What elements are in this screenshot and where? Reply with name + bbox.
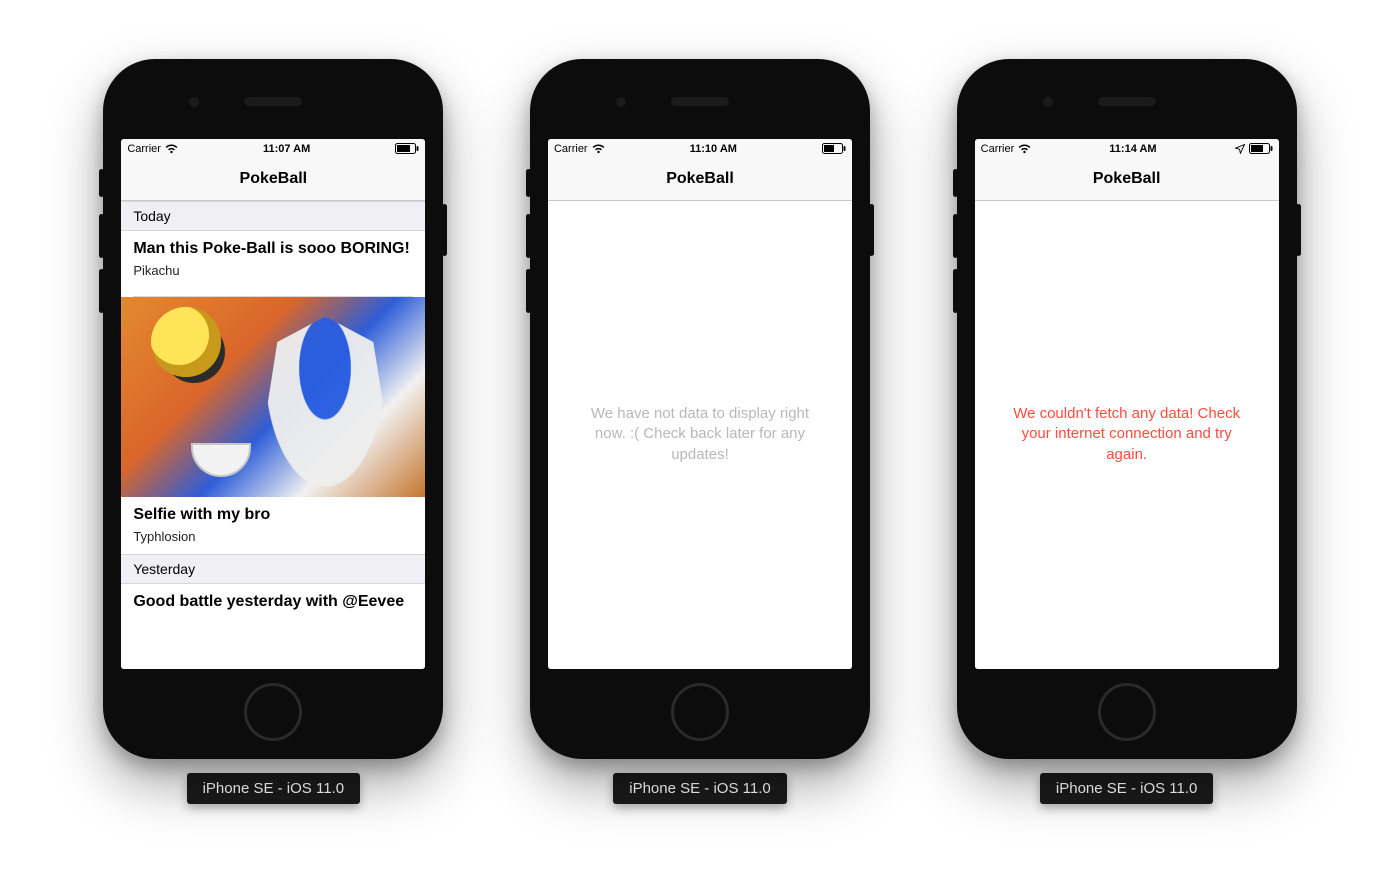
power-button: [442, 204, 447, 256]
volume-down-button: [99, 269, 104, 313]
carrier-label: Carrier: [981, 143, 1015, 155]
device-caption: iPhone SE - iOS 11.0: [1040, 773, 1213, 804]
volume-down-button: [953, 269, 958, 313]
list-item[interactable]: Good battle yesterday with @Eevee: [121, 584, 425, 622]
status-bar: Carrier 11:10 AM: [548, 139, 852, 159]
power-button: [1296, 204, 1301, 256]
nav-title: PokeBall: [666, 170, 734, 188]
device-caption: iPhone SE - iOS 11.0: [613, 773, 786, 804]
front-camera: [1043, 97, 1053, 107]
mute-switch: [99, 169, 104, 197]
wifi-icon: [592, 144, 605, 154]
illustration-shape: [191, 443, 251, 477]
mute-switch: [526, 169, 531, 197]
earpiece: [671, 97, 729, 106]
battery-icon: [1249, 143, 1273, 154]
post-title: Man this Poke-Ball is sooo BORING!: [133, 239, 413, 259]
error-state: We couldn't fetch any data! Check your i…: [975, 201, 1279, 669]
battery-icon: [395, 143, 419, 154]
post-image[interactable]: [121, 297, 425, 497]
carrier-label: Carrier: [127, 143, 161, 155]
volume-up-button: [526, 214, 531, 258]
post-author: Pikachu: [133, 263, 413, 278]
carrier-label: Carrier: [554, 143, 588, 155]
earpiece: [244, 97, 302, 106]
nav-bar: PokeBall: [548, 159, 852, 201]
device-column: Carrier 11:07 AM PokeBall Today: [103, 59, 443, 804]
device-column: Carrier 11:14 AM PokeBall: [957, 59, 1297, 804]
phone-frame: Carrier 11:10 AM PokeBall We have not da…: [530, 59, 870, 759]
section-header: Today: [121, 201, 425, 231]
location-icon: [1235, 144, 1245, 154]
phone-frame: Carrier 11:07 AM PokeBall Today: [103, 59, 443, 759]
volume-up-button: [99, 214, 104, 258]
screen: Carrier 11:14 AM PokeBall: [975, 139, 1279, 669]
error-message: We couldn't fetch any data! Check your i…: [1003, 404, 1251, 465]
earpiece: [1098, 97, 1156, 106]
empty-state: We have not data to display right now. :…: [548, 201, 852, 669]
status-bar: Carrier 11:07 AM: [121, 139, 425, 159]
wifi-icon: [1018, 144, 1031, 154]
volume-up-button: [953, 214, 958, 258]
home-button[interactable]: [1098, 683, 1156, 741]
nav-bar: PokeBall: [975, 159, 1279, 201]
device-column: Carrier 11:10 AM PokeBall We have not da…: [530, 59, 870, 804]
clock-label: 11:14 AM: [1109, 143, 1156, 155]
nav-title: PokeBall: [1093, 170, 1161, 188]
screen: Carrier 11:07 AM PokeBall Today: [121, 139, 425, 669]
home-button[interactable]: [671, 683, 729, 741]
device-caption: iPhone SE - iOS 11.0: [187, 773, 360, 804]
volume-down-button: [526, 269, 531, 313]
post-author: Typhlosion: [133, 529, 413, 544]
power-button: [869, 204, 874, 256]
status-bar: Carrier 11:14 AM: [975, 139, 1279, 159]
section-header: Yesterday: [121, 554, 425, 584]
front-camera: [616, 97, 626, 107]
mute-switch: [953, 169, 958, 197]
wifi-icon: [165, 144, 178, 154]
list-item[interactable]: Man this Poke-Ball is sooo BORING! Pikac…: [121, 231, 425, 288]
front-camera: [189, 97, 199, 107]
list-item[interactable]: Selfie with my bro Typhlosion: [121, 497, 425, 554]
screen: Carrier 11:10 AM PokeBall We have not da…: [548, 139, 852, 669]
clock-label: 11:07 AM: [263, 143, 310, 155]
feed-list[interactable]: Today Man this Poke-Ball is sooo BORING!…: [121, 201, 425, 669]
phone-frame: Carrier 11:14 AM PokeBall: [957, 59, 1297, 759]
empty-message: We have not data to display right now. :…: [576, 404, 824, 465]
clock-label: 11:10 AM: [690, 143, 737, 155]
nav-bar: PokeBall: [121, 159, 425, 201]
post-title: Selfie with my bro: [133, 505, 413, 525]
nav-title: PokeBall: [240, 170, 308, 188]
post-title: Good battle yesterday with @Eevee: [133, 592, 413, 612]
home-button[interactable]: [244, 683, 302, 741]
battery-icon: [822, 143, 846, 154]
